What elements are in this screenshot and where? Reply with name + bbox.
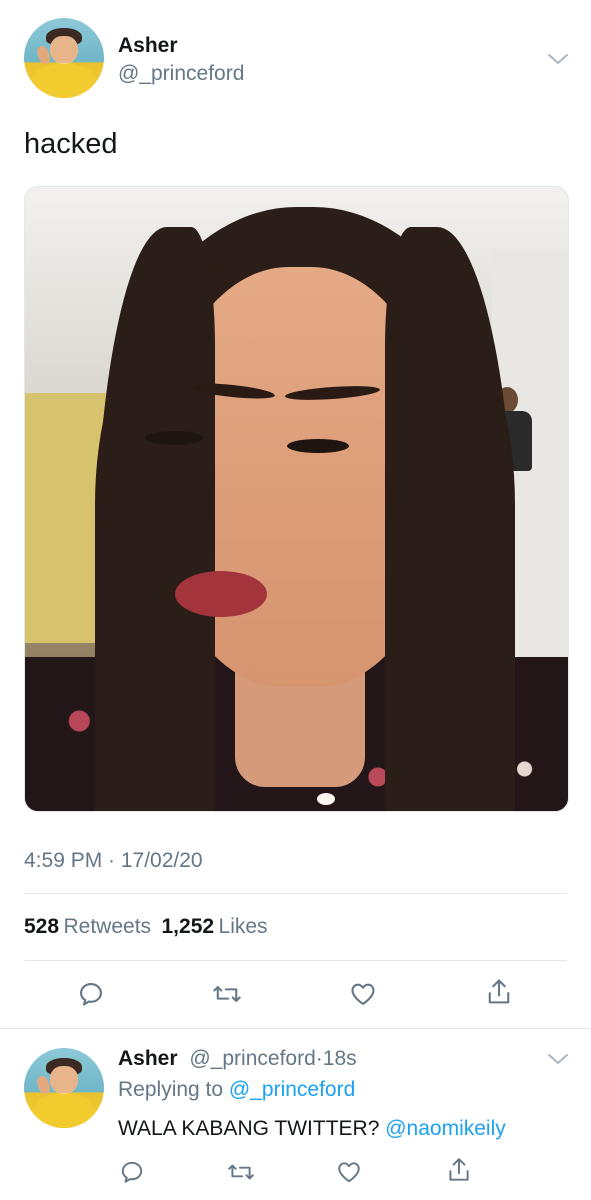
reply-text: WALA KABANG TWITTER? @naomikeily xyxy=(118,1117,506,1141)
author-avatar[interactable] xyxy=(24,18,104,98)
retweets-count[interactable]: 528 xyxy=(24,915,59,938)
author-handle[interactable]: @_princeford xyxy=(118,62,244,86)
heart-icon[interactable] xyxy=(334,1157,364,1187)
reply-icon[interactable] xyxy=(117,1157,147,1187)
chevron-down-icon[interactable] xyxy=(546,1050,570,1068)
retweet-icon[interactable] xyxy=(212,979,242,1009)
reply-header: Asher @_princeford·18s xyxy=(118,1047,357,1071)
divider xyxy=(24,960,567,961)
chevron-down-icon[interactable] xyxy=(546,50,570,68)
divider xyxy=(24,893,567,894)
retweet-icon[interactable] xyxy=(226,1157,256,1187)
tweet-timestamp[interactable]: 4:59 PM · 17/02/20 xyxy=(24,849,203,873)
reply-author-name[interactable]: Asher xyxy=(118,1047,178,1070)
heart-icon[interactable] xyxy=(348,979,378,1009)
tweet-photo[interactable] xyxy=(24,186,569,812)
reply-author-avatar[interactable] xyxy=(24,1048,104,1128)
reply-author-handle[interactable]: @_princeford xyxy=(189,1047,315,1070)
reply-icon[interactable] xyxy=(76,979,106,1009)
tweet-text: hacked xyxy=(24,128,118,160)
replying-to-link[interactable]: @_princeford xyxy=(229,1078,355,1101)
replying-to-prefix: Replying to xyxy=(118,1078,224,1101)
likes-count[interactable]: 1,252 xyxy=(162,915,215,938)
author-name[interactable]: Asher xyxy=(118,34,178,58)
share-icon[interactable] xyxy=(484,977,514,1007)
reply-dot: · xyxy=(315,1047,323,1070)
engagement-stats: 528 Retweets 1,252 Likes xyxy=(24,915,268,939)
reply-text-body: WALA KABANG TWITTER? xyxy=(118,1117,380,1140)
reply-mention-link[interactable]: @naomikeily xyxy=(385,1117,506,1140)
replying-to-line: Replying to @_princeford xyxy=(118,1078,355,1102)
section-divider xyxy=(0,1028,591,1029)
retweets-label[interactable]: Retweets xyxy=(64,915,152,938)
reply-age[interactable]: 18s xyxy=(323,1047,357,1070)
likes-label[interactable]: Likes xyxy=(219,915,268,938)
share-icon[interactable] xyxy=(444,1155,474,1185)
